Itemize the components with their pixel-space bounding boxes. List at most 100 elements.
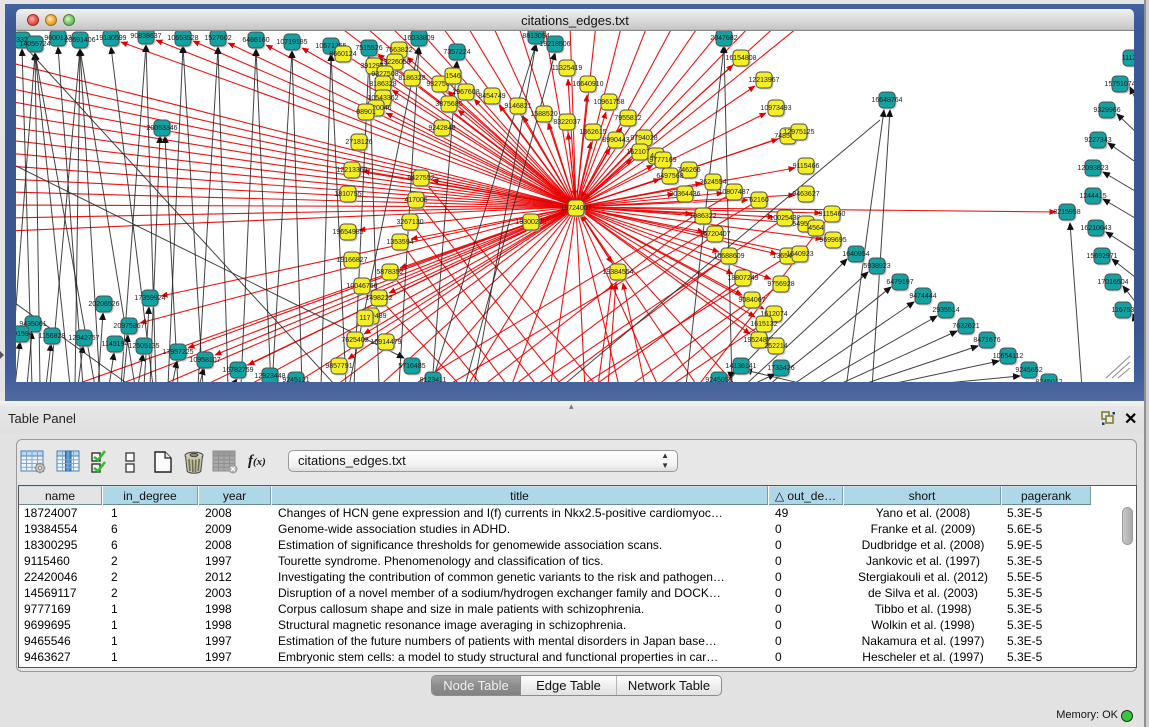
svg-text:10653528: 10653528: [167, 35, 198, 42]
svg-text:1353594: 1353594: [386, 239, 413, 246]
svg-text:16782759: 16782759: [222, 367, 253, 374]
svg-text:16210643: 16210643: [1080, 225, 1111, 232]
svg-text:23226058: 23226058: [379, 59, 410, 66]
svg-text:5878352: 5878352: [376, 269, 403, 276]
svg-text:1640954: 1640954: [842, 251, 869, 258]
svg-text:991594: 991594: [16, 331, 33, 338]
svg-text:10719185: 10719185: [276, 39, 307, 46]
svg-text:8186328: 8186328: [369, 81, 396, 88]
svg-text:12505135: 12505135: [128, 343, 159, 350]
svg-text:9329966: 9329966: [1093, 107, 1120, 114]
svg-text:18807249: 18807249: [727, 275, 758, 282]
svg-text:9245652: 9245652: [1015, 367, 1042, 374]
svg-text:9794028: 9794028: [630, 135, 657, 142]
svg-text:16154808: 16154808: [725, 55, 756, 62]
svg-text:9474444: 9474444: [909, 293, 936, 300]
svg-text:9756928: 9756928: [767, 281, 794, 288]
svg-text:6466160: 6466160: [242, 37, 269, 44]
svg-text:5938923: 5938923: [863, 263, 890, 270]
svg-text:12093823: 12093823: [1077, 165, 1108, 172]
svg-text:1527602: 1527602: [204, 35, 231, 42]
svg-text:19654985: 19654985: [332, 229, 363, 236]
svg-text:98901: 98901: [356, 109, 376, 116]
svg-text:252214: 252214: [764, 343, 787, 350]
svg-text:20691406: 20691406: [64, 37, 95, 44]
svg-text:9227343: 9227343: [1084, 137, 1111, 144]
svg-text:8813054: 8813054: [522, 33, 549, 40]
svg-text:19218506: 19218506: [539, 41, 570, 48]
svg-text:2047682: 2047682: [710, 35, 737, 42]
svg-text:8215958: 8215958: [1053, 209, 1080, 216]
svg-text:1362615: 1362615: [579, 129, 606, 136]
svg-text:20975867: 20975867: [113, 323, 144, 330]
svg-text:1145194: 1145194: [102, 341, 129, 348]
svg-text:16640910: 16640910: [572, 81, 603, 88]
svg-text:11325419: 11325419: [552, 65, 583, 72]
svg-text:20206526: 20206526: [88, 301, 119, 308]
svg-text:16033809: 16033809: [403, 35, 434, 42]
svg-text:15720407: 15720407: [699, 231, 730, 238]
svg-text:417006: 417006: [404, 197, 427, 204]
svg-text:9463627: 9463627: [792, 191, 819, 198]
svg-text:8322037: 8322037: [553, 119, 580, 126]
svg-text:117: 117: [359, 315, 370, 322]
svg-text:116753: 116753: [1112, 307, 1134, 314]
svg-text:1810755: 1810755: [334, 191, 361, 198]
svg-text:8990443: 8990443: [602, 137, 629, 144]
svg-text:14136141: 14136141: [725, 363, 756, 370]
svg-text:1615132: 1615132: [750, 321, 777, 328]
svg-text:12942757: 12942757: [68, 335, 99, 342]
svg-text:9427552: 9427552: [407, 175, 434, 182]
svg-text:10961758: 10961758: [593, 99, 624, 106]
svg-text:9146821: 9146821: [504, 103, 531, 110]
svg-text:3267130: 3267130: [396, 219, 423, 226]
svg-text:7986322: 7986322: [689, 213, 716, 220]
svg-text:5716485: 5716485: [398, 363, 425, 370]
svg-text:10688609: 10688609: [713, 253, 744, 260]
svg-text:6479197: 6479197: [886, 279, 913, 286]
svg-text:10958107: 10958107: [189, 357, 220, 364]
svg-text:8471676: 8471676: [973, 337, 1000, 344]
svg-text:8245012: 8245012: [1035, 379, 1062, 382]
svg-text:18724007: 18724007: [560, 205, 591, 212]
svg-text:7515526: 7515526: [355, 45, 382, 52]
svg-text:1546: 1546: [445, 73, 461, 80]
svg-text:17016504: 17016504: [1097, 279, 1128, 286]
svg-text:9115460: 9115460: [819, 211, 846, 218]
svg-text:7663822: 7663822: [385, 47, 412, 54]
svg-text:7632621: 7632621: [952, 323, 979, 330]
svg-text:2967608: 2967608: [452, 89, 479, 96]
svg-text:2935514: 2935514: [932, 307, 959, 314]
svg-text:9699695: 9699695: [819, 237, 846, 244]
svg-text:62160: 62160: [749, 197, 769, 204]
svg-text:14055724: 14055724: [19, 41, 50, 48]
svg-text:9245052: 9245052: [705, 377, 732, 382]
svg-text:8660124: 8660124: [329, 51, 356, 58]
svg-text:12975125: 12975125: [783, 129, 814, 136]
svg-text:17957225: 17957225: [162, 349, 193, 356]
svg-text:3624554: 3624554: [699, 179, 726, 186]
svg-text:19384554: 19384554: [602, 269, 633, 276]
svg-text:4564: 4564: [808, 225, 824, 232]
svg-text:7955812: 7955812: [614, 115, 641, 122]
svg-text:20053346: 20053346: [146, 125, 177, 132]
svg-text:9242848: 9242848: [428, 125, 455, 132]
svg-text:10973493: 10973493: [760, 105, 791, 112]
svg-text:16914479: 16914479: [370, 339, 401, 346]
svg-text:12923448: 12923448: [254, 373, 285, 380]
svg-text:8123411: 8123411: [420, 377, 447, 382]
svg-text:19300273: 19300273: [515, 219, 546, 226]
svg-text:1588520: 1588520: [530, 111, 557, 118]
svg-text:7625402: 7625402: [341, 337, 368, 344]
svg-text:19166827: 19166827: [336, 257, 367, 264]
svg-text:9084067: 9084067: [738, 297, 765, 304]
svg-text:9777169: 9777169: [649, 157, 676, 164]
svg-text:10654112: 10654112: [993, 353, 1024, 360]
svg-text:16648764: 16648764: [871, 97, 902, 104]
svg-text:90838637: 90838637: [130, 33, 161, 40]
svg-text:7357224: 7357224: [443, 49, 470, 56]
svg-text:19130599: 19130599: [95, 35, 126, 42]
svg-text:9115466: 9115466: [793, 163, 820, 170]
svg-text:8186328: 8186328: [398, 75, 425, 82]
svg-text:10046766: 10046766: [346, 283, 377, 290]
